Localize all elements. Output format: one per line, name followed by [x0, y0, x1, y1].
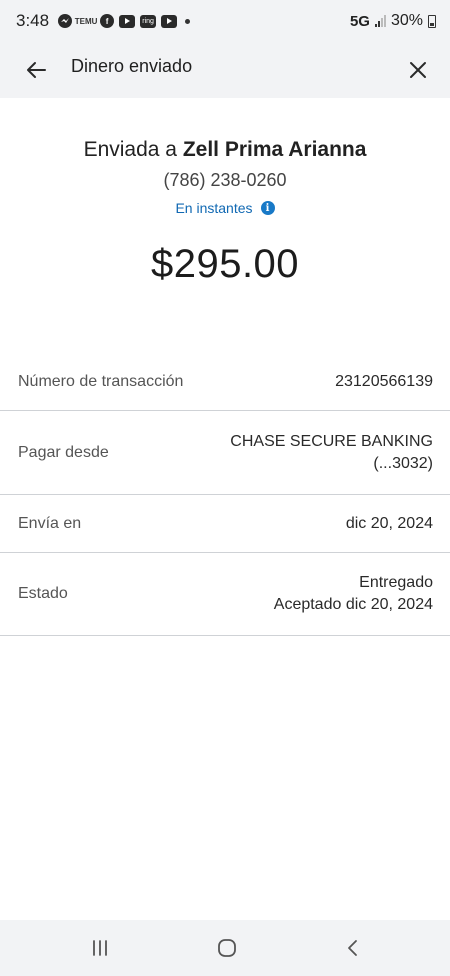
status-bar: 3:48 TEMU f ring 5G 30% — [0, 0, 450, 42]
detail-row-send-date: Envía en dic 20, 2024 — [0, 495, 450, 553]
home-icon — [218, 939, 236, 957]
detail-row-pay-from: Pagar desde CHASE SECURE BANKING (...303… — [0, 411, 450, 495]
detail-value: Entregado Aceptado dic 20, 2024 — [274, 572, 433, 616]
messenger-icon — [58, 14, 73, 28]
transaction-number: 23120566139 — [335, 372, 433, 390]
account-last-digits: (...3032) — [373, 454, 433, 472]
status-delivered: Entregado — [359, 574, 433, 591]
delivery-speed-label: En instantes — [175, 200, 253, 216]
info-icon[interactable]: i — [260, 201, 275, 215]
close-button[interactable] — [400, 52, 436, 88]
back-icon — [348, 940, 357, 956]
detail-value: dic 20, 2024 — [346, 513, 433, 535]
close-icon — [410, 62, 426, 78]
back-nav-button[interactable] — [333, 934, 373, 962]
battery-icon — [428, 14, 436, 28]
sent-to-prefix: Enviada a — [83, 138, 183, 161]
youtube-icon — [119, 14, 136, 28]
more-notifications-dot — [185, 18, 191, 24]
status-time: 3:48 — [16, 11, 50, 30]
facebook-icon: f — [100, 14, 115, 28]
temu-icon: TEMU — [74, 16, 98, 26]
amount: $295.00 — [150, 242, 300, 286]
recent-apps-button[interactable] — [80, 934, 120, 962]
detail-row-transaction-number: Número de transacción 23120566139 — [0, 353, 450, 411]
detail-label: Envía en — [18, 514, 82, 532]
status-accepted-date: Aceptado dic 20, 2024 — [273, 596, 433, 613]
battery-percent: 30% — [390, 12, 423, 29]
detail-row-status: Estado Entregado Aceptado dic 20, 2024 — [0, 553, 450, 636]
network-type: 5G — [349, 12, 370, 30]
page-title: Dinero enviado — [71, 56, 193, 76]
recent-apps-icon — [93, 940, 107, 956]
youtube-icon — [161, 14, 178, 28]
app-bar: Dinero enviado — [0, 42, 450, 98]
detail-label: Estado — [18, 585, 68, 602]
transaction-details: Número de transacción 23120566139 Pagar … — [0, 353, 450, 636]
transfer-summary: Enviada a Zell Prima Arianna (786) 238-0… — [0, 98, 450, 287]
bank-name: CHASE SECURE BANKING — [230, 432, 433, 450]
signal-icon — [374, 15, 386, 27]
recipient-phone: (786) 238-0260 — [163, 170, 287, 190]
system-nav-bar — [0, 920, 450, 976]
home-button[interactable] — [207, 934, 247, 962]
detail-label: Número de transacción — [18, 372, 184, 390]
recipient-name: Zell Prima Arianna — [182, 138, 367, 161]
sent-to-line: Enviada a Zell Prima Arianna — [0, 138, 450, 162]
status-right: 5G 30% — [350, 12, 436, 30]
delivery-speed[interactable]: En instantes i — [0, 200, 450, 216]
status-left: 3:48 TEMU f ring — [16, 11, 191, 31]
detail-value: 23120566139 — [335, 371, 433, 393]
ring-icon: ring — [140, 14, 157, 28]
detail-label: Pagar desde — [18, 443, 109, 461]
back-button[interactable] — [18, 52, 54, 88]
send-date: dic 20, 2024 — [345, 514, 433, 532]
detail-value: CHASE SECURE BANKING (...3032) — [230, 431, 433, 475]
arrow-left-icon — [27, 62, 46, 78]
